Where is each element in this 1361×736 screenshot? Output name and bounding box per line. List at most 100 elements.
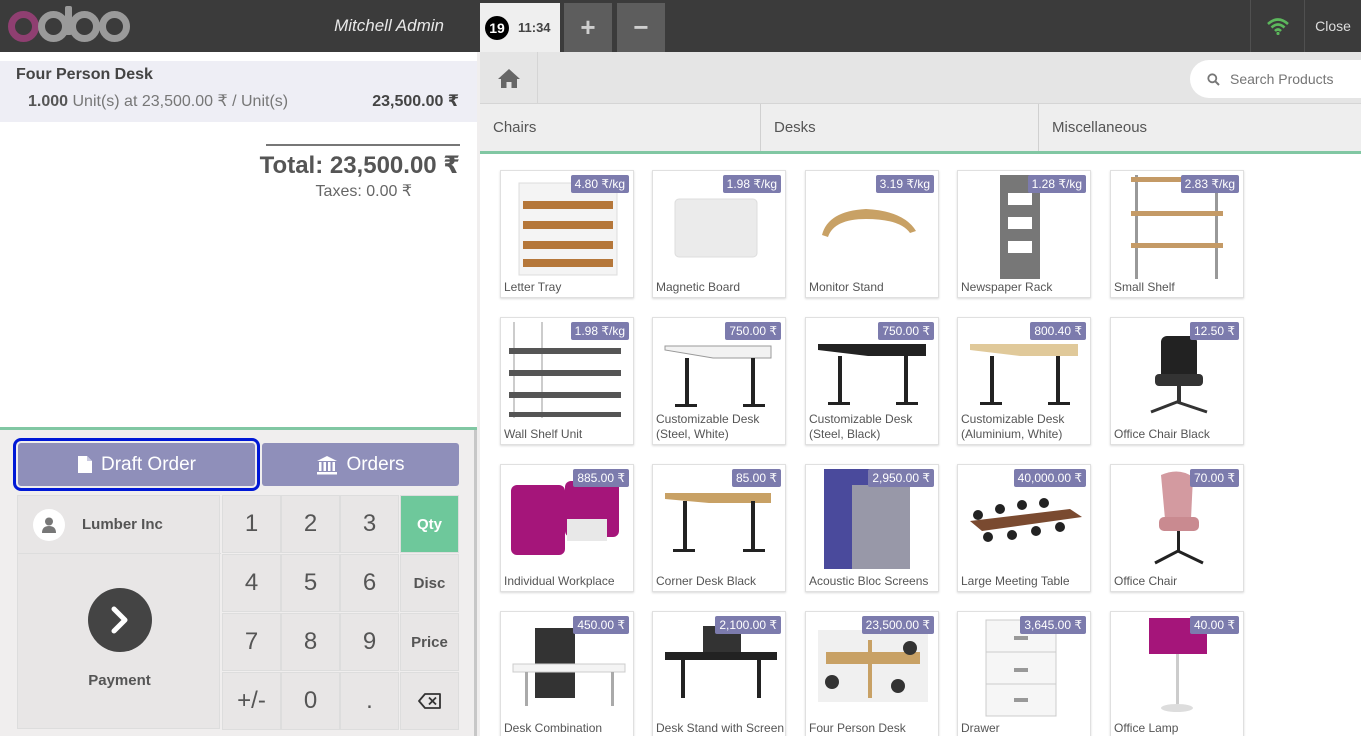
product-name: Letter Tray	[504, 280, 562, 294]
product-name: Newspaper Rack	[961, 280, 1053, 294]
product-card[interactable]: 23,500.00 ₹ Four Person Desk	[805, 611, 939, 736]
numpad-key-0[interactable]: 0	[281, 672, 340, 730]
numpad: 1 2 3 Qty 4 5 6 Disc 7 8 9 Price +/- 0 .	[222, 495, 459, 731]
product-card[interactable]: 2.83 ₹/kg Small Shelf	[1110, 170, 1244, 298]
product-price: 70.00 ₹	[1190, 469, 1239, 487]
product-list: 4.80 ₹/kg Letter Tray 1.98 ₹/kg Magnetic…	[480, 157, 1361, 736]
product-price: 750.00 ₹	[725, 322, 781, 340]
orders-label: Orders	[346, 453, 405, 475]
draft-order-button[interactable]: Draft Order	[13, 438, 260, 491]
product-price: 2,100.00 ₹	[715, 616, 781, 634]
product-price: 40,000.00 ₹	[1013, 469, 1086, 487]
numpad-key-4[interactable]: 4	[222, 554, 281, 612]
product-name: Wall Shelf Unit	[504, 427, 583, 441]
product-price: 2.83 ₹/kg	[1180, 175, 1239, 193]
orders-button[interactable]: Orders	[262, 443, 459, 486]
total-divider	[266, 144, 460, 146]
search-icon	[1207, 72, 1220, 86]
numpad-key-8[interactable]: 8	[281, 613, 340, 671]
numpad-key-3[interactable]: 3	[340, 495, 399, 553]
category-chairs[interactable]: Chairs	[480, 104, 761, 151]
numpad-key-5[interactable]: 5	[281, 554, 340, 612]
product-card[interactable]: 2,950.00 ₹ Acoustic Bloc Screens	[805, 464, 939, 592]
order-line-name: Four Person Desk	[16, 66, 153, 83]
product-name: Office Lamp	[1114, 721, 1179, 735]
product-price: 1.28 ₹/kg	[1027, 175, 1086, 193]
product-price: 3,645.00 ₹	[1020, 616, 1086, 634]
order-time: 11:34	[518, 20, 551, 35]
order-tab[interactable]: 19 11:34	[480, 3, 560, 52]
product-name: Magnetic Board	[656, 280, 741, 294]
document-icon	[77, 456, 92, 473]
product-price: 40.00 ₹	[1190, 616, 1239, 634]
odoo-logo	[8, 6, 130, 46]
product-price: 800.40 ₹	[1030, 322, 1086, 340]
product-card[interactable]: 70.00 ₹ Office Chair	[1110, 464, 1244, 592]
payment-button[interactable]: Payment	[18, 554, 221, 730]
product-price: 85.00 ₹	[732, 469, 781, 487]
product-card[interactable]: 750.00 ₹ Customizable Desk (Steel, White…	[652, 317, 786, 445]
product-card[interactable]: 3.19 ₹/kg Monitor Stand	[805, 170, 939, 298]
product-name: Large Meeting Table	[961, 574, 1070, 588]
new-order-button[interactable]: +	[564, 3, 612, 52]
product-card[interactable]: 4.80 ₹/kg Letter Tray	[500, 170, 634, 298]
numpad-key-7[interactable]: 7	[222, 613, 281, 671]
order-line-price: 23,500.00 ₹	[372, 93, 459, 110]
search-box	[1190, 60, 1361, 98]
product-name: Corner Desk Black	[656, 574, 757, 588]
numpad-key-dot[interactable]: .	[340, 672, 399, 730]
mode-disc-button[interactable]: Disc	[400, 554, 459, 612]
mode-price-button[interactable]: Price	[400, 613, 459, 671]
wifi-icon[interactable]	[1250, 0, 1304, 52]
customer-button[interactable]: Lumber Inc	[18, 496, 221, 554]
numpad-key-sign[interactable]: +/-	[222, 672, 281, 730]
product-card[interactable]: 85.00 ₹ Corner Desk Black	[652, 464, 786, 592]
category-bar: Chairs Desks Miscellaneous	[480, 104, 1361, 154]
left-pane: Four Person Desk 1.000 Unit(s) at 23,500…	[0, 52, 477, 736]
product-price: 3.19 ₹/kg	[875, 175, 934, 193]
product-name: Office Chair Black	[1114, 427, 1210, 441]
product-card[interactable]: 800.40 ₹ Customizable Desk (Aluminium, W…	[957, 317, 1091, 445]
product-screen: Chairs Desks Miscellaneous 4.80 ₹/kg Let…	[480, 52, 1361, 736]
numpad-key-9[interactable]: 9	[340, 613, 399, 671]
product-card[interactable]: 885.00 ₹ Individual Workplace	[500, 464, 634, 592]
numpad-key-6[interactable]: 6	[340, 554, 399, 612]
product-price: 885.00 ₹	[573, 469, 629, 487]
delete-order-button[interactable]: −	[617, 3, 665, 52]
product-card[interactable]: 12.50 ₹ Office Chair Black	[1110, 317, 1244, 445]
mode-qty-button[interactable]: Qty	[400, 495, 459, 553]
backspace-icon[interactable]	[400, 672, 459, 730]
product-card[interactable]: 1.28 ₹/kg Newspaper Rack	[957, 170, 1091, 298]
product-card[interactable]: 450.00 ₹ Desk Combination	[500, 611, 634, 736]
product-name: Small Shelf	[1114, 280, 1175, 294]
product-card[interactable]: 750.00 ₹ Customizable Desk (Steel, Black…	[805, 317, 939, 445]
pos-header: Mitchell Admin 19 11:34 + − Close	[0, 0, 1361, 52]
product-card[interactable]: 40.00 ₹ Office Lamp	[1110, 611, 1244, 736]
product-name: Customizable Desk (Aluminium, White)	[961, 412, 1065, 441]
order-line[interactable]: Four Person Desk 1.000 Unit(s) at 23,500…	[0, 61, 477, 122]
product-price: 750.00 ₹	[878, 322, 934, 340]
user-name: Mitchell Admin	[334, 16, 444, 35]
product-price: 23,500.00 ₹	[861, 616, 934, 634]
product-name: Desk Combination	[504, 721, 603, 735]
user-icon	[33, 508, 65, 541]
category-miscellaneous[interactable]: Miscellaneous	[1039, 104, 1361, 151]
product-card[interactable]: 3,645.00 ₹ Drawer	[957, 611, 1091, 736]
product-card[interactable]: 40,000.00 ₹ Large Meeting Table	[957, 464, 1091, 592]
product-price: 4.80 ₹/kg	[570, 175, 629, 193]
close-button[interactable]: Close	[1304, 0, 1361, 52]
home-icon[interactable]	[480, 52, 538, 104]
product-name: Office Chair	[1114, 574, 1178, 588]
order-total: Total: 23,500.00 ₹	[259, 152, 460, 179]
product-name: Customizable Desk (Steel, White)	[656, 412, 760, 441]
search-input[interactable]	[1230, 71, 1355, 87]
product-card[interactable]: 1.98 ₹/kg Wall Shelf Unit	[500, 317, 634, 445]
category-desks[interactable]: Desks	[761, 104, 1039, 151]
order-container: Four Person Desk 1.000 Unit(s) at 23,500…	[0, 52, 477, 430]
numpad-key-2[interactable]: 2	[281, 495, 340, 553]
product-card[interactable]: 1.98 ₹/kg Magnetic Board	[652, 170, 786, 298]
draft-order-label: Draft Order	[100, 453, 197, 475]
product-card[interactable]: 2,100.00 ₹ Desk Stand with Screen	[652, 611, 786, 736]
numpad-key-1[interactable]: 1	[222, 495, 281, 553]
product-price: 1.98 ₹/kg	[722, 175, 781, 193]
